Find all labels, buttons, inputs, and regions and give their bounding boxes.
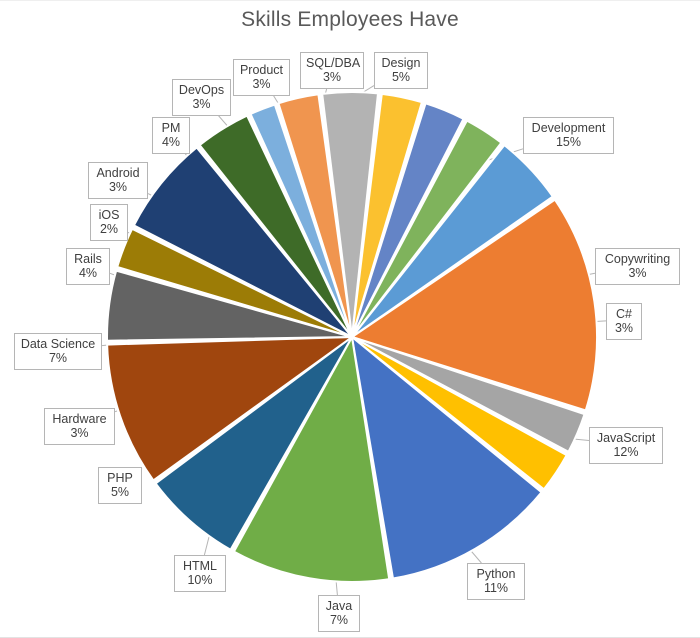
data-label-category: Python: [476, 567, 516, 581]
data-label-category: Copywriting: [604, 252, 671, 266]
data-label-category: Hardware: [52, 412, 107, 426]
data-label-percent: 2%: [99, 222, 119, 236]
data-label-callout[interactable]: Product 3%: [233, 59, 290, 96]
data-label-percent: 5%: [391, 70, 411, 84]
data-label-percent: 3%: [192, 97, 211, 111]
data-label-category: JavaScript: [596, 431, 656, 445]
data-label-callout[interactable]: PM 4%: [152, 117, 190, 154]
data-label-callout[interactable]: Hardware 3%: [44, 408, 115, 445]
data-label-category: Android: [96, 166, 140, 180]
data-label-callout[interactable]: DevOps 3%: [172, 79, 231, 116]
chart-area[interactable]: Skills Employees Have Design 5% Developmen…: [0, 0, 700, 638]
data-label-percent: 3%: [628, 266, 647, 280]
data-label-callout[interactable]: JavaScript 12%: [589, 427, 663, 464]
data-label-callout[interactable]: PHP 5%: [98, 467, 142, 504]
data-label-callout[interactable]: Rails 4%: [66, 248, 110, 285]
data-label-callout[interactable]: Android 3%: [88, 162, 148, 199]
data-label-percent: 3%: [108, 180, 128, 194]
data-label-category: PM: [161, 121, 181, 135]
data-label-category: Development: [531, 121, 606, 135]
pie-slices-group[interactable]: [106, 91, 598, 584]
data-label-callout[interactable]: Python 11%: [467, 563, 525, 600]
data-label-callout[interactable]: Data Science 7%: [14, 333, 102, 370]
data-label-category: SQL/DBA: [306, 56, 361, 70]
data-label-percent: 5%: [110, 485, 130, 499]
data-label-callout[interactable]: iOS 2%: [90, 204, 128, 241]
data-label-category: PHP: [107, 471, 133, 485]
data-label-percent: 7%: [329, 613, 349, 627]
data-label-category: Rails: [74, 252, 102, 266]
data-label-category: HTML: [182, 559, 218, 573]
data-label-percent: 7%: [48, 351, 68, 365]
data-label-percent: 15%: [555, 135, 582, 149]
data-label-percent: 3%: [70, 426, 89, 440]
data-label-percent: 3%: [614, 321, 634, 335]
data-label-callout[interactable]: Development 15%: [523, 117, 614, 154]
data-label-category: Design: [381, 56, 421, 70]
data-label-percent: 10%: [187, 573, 213, 587]
data-label-percent: 4%: [161, 135, 181, 149]
data-label-percent: 3%: [322, 70, 342, 84]
data-label-callout[interactable]: SQL/DBA 3%: [300, 52, 364, 89]
pie-chart-svg[interactable]: [0, 0, 700, 638]
data-label-category: DevOps: [178, 83, 225, 97]
data-label-callout[interactable]: Design 5%: [374, 52, 428, 89]
data-label-percent: 11%: [483, 581, 509, 595]
data-label-callout[interactable]: Java 7%: [318, 595, 360, 632]
data-label-callout[interactable]: HTML 10%: [174, 555, 226, 592]
data-label-callout[interactable]: Copywriting 3%: [595, 248, 680, 285]
data-label-percent: 3%: [252, 77, 271, 91]
data-label-percent: 12%: [613, 445, 639, 459]
data-label-category: Product: [239, 63, 284, 77]
data-label-leader-line: [114, 410, 118, 413]
data-label-category: Java: [325, 599, 353, 613]
data-label-category: iOS: [98, 208, 120, 222]
data-label-category: Data Science: [20, 337, 96, 351]
data-label-percent: 4%: [78, 266, 98, 280]
data-label-category: C#: [616, 307, 632, 321]
data-label-callout[interactable]: C# 3%: [606, 303, 642, 340]
